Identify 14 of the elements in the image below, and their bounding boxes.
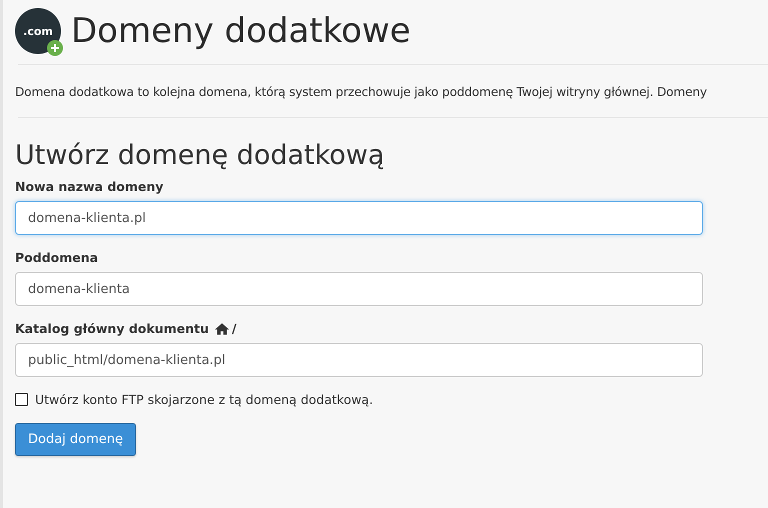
field-label: Nowa nazwa domeny — [15, 179, 164, 194]
input-field[interactable]: domena-klienta.pl — [15, 201, 703, 235]
page-title: Domeny dodatkowe — [71, 11, 411, 51]
input-field[interactable]: public_html/domena-klienta.pl — [15, 343, 703, 377]
checkbox[interactable] — [15, 393, 28, 406]
input-field[interactable]: domena-klienta — [15, 272, 703, 306]
field-label: Katalog główny dokumentu — [15, 321, 209, 336]
checkbox-label[interactable]: Utwórz konto FTP skojarzone z tą domeną dodatkową. — [35, 392, 374, 407]
domain-logo-icon: .com — [15, 8, 61, 54]
form-title: Utwórz domenę dodatkową — [15, 140, 386, 171]
path-separator: / — [232, 321, 236, 336]
field-label: Poddomena — [15, 250, 98, 265]
description-text: Domena dodatkowa to kolejna domena, którą system przechowuje jako poddomenę Twojej witryny głównej. Domeny — [15, 85, 708, 99]
home-icon — [214, 322, 230, 336]
